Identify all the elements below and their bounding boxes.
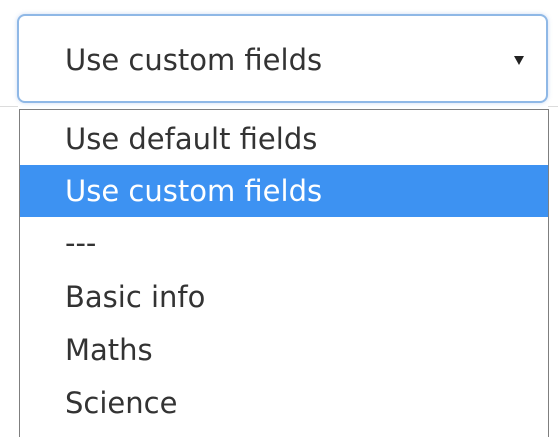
dropdown-screen: Use custom fields Use default fields Use… <box>0 0 558 437</box>
option-science[interactable]: Science <box>20 377 548 429</box>
caret-down-icon[interactable] <box>514 56 524 65</box>
option-basic-info[interactable]: Basic info <box>20 271 548 323</box>
background-divider <box>548 106 558 107</box>
option-use-custom-fields[interactable]: Use custom fields <box>20 165 548 217</box>
select-options-list: Use default fields Use custom fields ---… <box>19 109 549 437</box>
option-maths[interactable]: Maths <box>20 324 548 376</box>
background-divider <box>0 106 18 107</box>
option-use-default-fields[interactable]: Use default fields <box>20 113 548 165</box>
option-separator[interactable]: --- <box>20 217 548 269</box>
field-set-select[interactable]: Use custom fields <box>17 14 548 103</box>
select-current-value: Use custom fields <box>65 43 323 77</box>
